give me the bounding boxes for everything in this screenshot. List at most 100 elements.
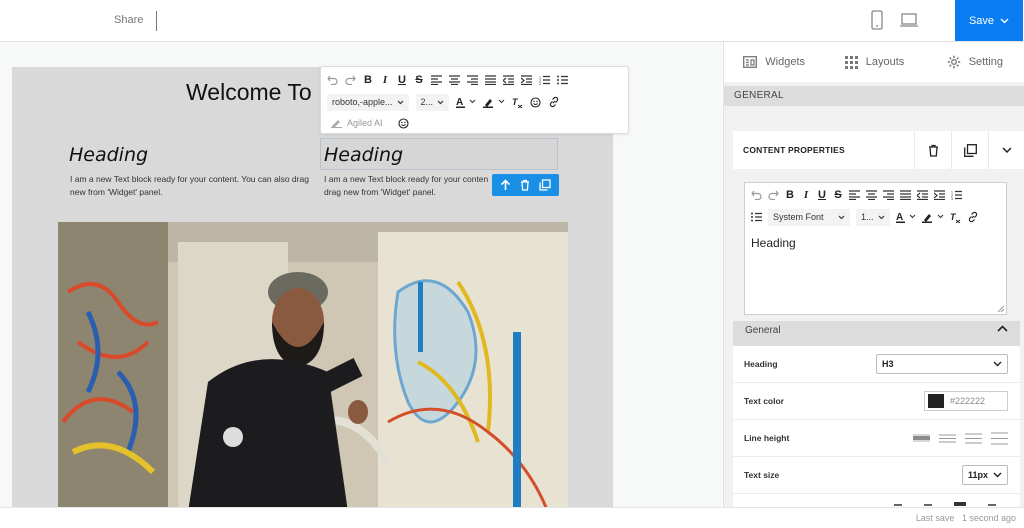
strikethrough-icon[interactable]: S: [414, 74, 424, 86]
text-color-label: Text color: [744, 396, 784, 406]
column-1-heading[interactable]: Heading: [69, 144, 148, 166]
text-size-property: Text size 11px: [733, 457, 1020, 494]
content-properties-bar: CONTENT PROPERTIES: [733, 131, 1024, 169]
bullet-list-icon[interactable]: [751, 212, 762, 222]
text-color-icon[interactable]: A: [895, 211, 916, 223]
rich-text-toolbar: B I U S 123 roboto,-apple... 2... A T Ag…: [320, 66, 629, 134]
link-icon[interactable]: [967, 211, 979, 223]
indent-icon[interactable]: [934, 190, 945, 200]
text-color-icon[interactable]: A: [456, 96, 476, 108]
heading-level-value: H3: [882, 359, 894, 369]
undo-icon[interactable]: [751, 190, 762, 200]
ordered-list-icon[interactable]: 123: [951, 190, 962, 200]
bold-icon[interactable]: B: [785, 189, 795, 201]
underline-icon[interactable]: U: [817, 189, 827, 201]
emoji-icon[interactable]: [530, 96, 541, 108]
pen-icon: [331, 120, 342, 128]
line-height-loose-icon[interactable]: [991, 432, 1008, 445]
text-editor[interactable]: B I U S 123 System Font 1... A T Heading: [744, 182, 1007, 315]
highlight-icon[interactable]: [921, 211, 944, 223]
align-left-icon[interactable]: [894, 503, 902, 506]
welcome-heading[interactable]: Welcome To: [186, 79, 312, 106]
outdent-icon[interactable]: [917, 190, 928, 200]
duplicate-icon[interactable]: [538, 179, 551, 191]
tab-layouts[interactable]: Layouts: [824, 42, 924, 82]
line-height-tight-icon[interactable]: [913, 432, 930, 445]
bold-icon[interactable]: B: [363, 74, 373, 86]
outdent-icon[interactable]: [503, 75, 514, 85]
align-right-icon[interactable]: [467, 75, 478, 85]
align-center-icon[interactable]: [449, 75, 460, 85]
tab-setting-label: Setting: [968, 56, 1003, 68]
font-size-select[interactable]: 2...: [415, 93, 450, 111]
alignment-property-partial: [733, 494, 1020, 507]
strikethrough-icon[interactable]: S: [833, 189, 843, 201]
align-justify-icon[interactable]: [485, 75, 496, 85]
text-color-picker[interactable]: #222222: [924, 391, 1008, 411]
line-height-normal-icon[interactable]: [939, 432, 956, 445]
undo-icon[interactable]: [327, 75, 338, 85]
heading-level-select[interactable]: H3: [876, 354, 1008, 374]
highlight-icon[interactable]: [483, 96, 505, 108]
delete-block-button[interactable]: [914, 131, 951, 169]
general-section-header[interactable]: General: [733, 321, 1020, 346]
agiled-ai-button[interactable]: Agiled AI: [331, 118, 383, 128]
delete-icon[interactable]: [520, 179, 530, 191]
svg-text:A: A: [456, 97, 463, 108]
indent-icon[interactable]: [521, 75, 532, 85]
align-left-icon[interactable]: [849, 190, 860, 200]
tab-setting[interactable]: Setting: [925, 42, 1024, 82]
top-bar: Share Save: [0, 0, 1024, 42]
clear-format-icon[interactable]: T: [512, 97, 523, 108]
column-2-heading[interactable]: Heading: [324, 144, 403, 166]
align-right-icon[interactable]: [954, 501, 966, 506]
last-save-label: Last save: [915, 513, 955, 523]
block-actions-toolbar: [492, 174, 559, 196]
chevron-down-icon: [993, 361, 1002, 367]
chevron-up-icon: [997, 325, 1008, 332]
font-family-select[interactable]: roboto,-apple...: [327, 93, 409, 111]
tab-widgets[interactable]: Widgets: [724, 42, 824, 82]
heading-label: Heading: [744, 359, 778, 369]
align-center-icon[interactable]: [866, 190, 877, 200]
panel-tabs: Widgets Layouts Setting: [724, 42, 1024, 82]
desktop-view-icon[interactable]: [898, 9, 920, 31]
redo-icon[interactable]: [768, 190, 779, 200]
align-justify-icon[interactable]: [988, 503, 996, 506]
align-right-icon[interactable]: [883, 190, 894, 200]
bullet-list-icon[interactable]: [557, 75, 568, 85]
font-family-select[interactable]: System Font: [768, 208, 850, 226]
save-label: Save: [968, 14, 995, 27]
emoji-icon[interactable]: [397, 117, 409, 129]
line-height-relaxed-icon[interactable]: [965, 432, 982, 445]
heading-property: Heading H3: [733, 346, 1020, 383]
gear-icon: [947, 55, 960, 69]
italic-icon[interactable]: I: [380, 74, 390, 86]
font-size-select[interactable]: 1...: [856, 208, 890, 226]
underline-icon[interactable]: U: [397, 74, 407, 86]
artist-photo[interactable]: [58, 222, 568, 512]
align-center-icon[interactable]: [924, 503, 932, 506]
column-1-text[interactable]: I am a new Text block ready for your con…: [70, 173, 310, 199]
line-height-label: Line height: [744, 433, 790, 443]
font-size-value: 1...: [861, 212, 874, 222]
italic-icon[interactable]: I: [801, 189, 811, 201]
editor-content[interactable]: Heading: [751, 236, 796, 250]
collapse-button[interactable]: [988, 131, 1024, 169]
link-icon[interactable]: [548, 96, 560, 108]
duplicate-block-button[interactable]: [951, 131, 988, 169]
clear-format-icon[interactable]: T: [950, 212, 961, 223]
text-size-select[interactable]: 11px: [962, 465, 1008, 485]
align-justify-icon[interactable]: [900, 190, 911, 200]
save-button[interactable]: Save: [955, 0, 1023, 41]
move-up-icon[interactable]: [500, 179, 511, 191]
resize-handle-icon[interactable]: [997, 305, 1004, 312]
ordered-list-icon[interactable]: 123: [539, 75, 550, 85]
status-bar: Last save 1 second ago: [0, 507, 1024, 528]
mobile-view-icon[interactable]: [866, 9, 888, 31]
share-link[interactable]: Share: [114, 14, 143, 26]
align-left-icon[interactable]: [431, 75, 442, 85]
column-2-text[interactable]: I am a new Text block ready for your con…: [324, 173, 494, 199]
redo-icon[interactable]: [345, 75, 356, 85]
chevron-down-icon: [1000, 18, 1009, 23]
